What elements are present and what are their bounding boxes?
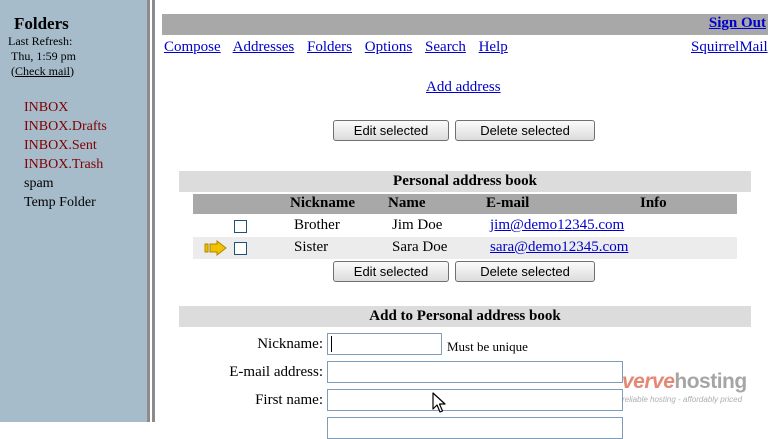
nav-help[interactable]: Help	[479, 39, 508, 55]
edit-selected-button-top[interactable]: Edit selected	[333, 120, 449, 141]
nickname-label: Nickname:	[257, 336, 323, 352]
row-checkbox[interactable]	[234, 220, 247, 233]
watermark-verve: verve	[622, 370, 675, 393]
folder-list: INBOX INBOX.Drafts INBOX.Sent INBOX.Tras…	[24, 98, 107, 212]
nav-options[interactable]: Options	[365, 39, 413, 55]
row-name: Jim Doe	[392, 217, 443, 233]
address-table-header: Nickname Name E-mail Info	[193, 194, 737, 214]
row-checkbox[interactable]	[234, 242, 247, 255]
first-name-input[interactable]	[327, 389, 623, 411]
sign-out-link[interactable]: Sign Out	[709, 15, 766, 32]
nav-compose[interactable]: Compose	[164, 39, 221, 55]
table-row: Sister Sara Doe sara@demo12345.com	[193, 237, 737, 259]
table-row: Brother Jim Doe jim@demo12345.com	[193, 215, 737, 237]
add-address-link[interactable]: Add address	[426, 79, 501, 96]
next-field-input[interactable]	[327, 417, 623, 439]
row-name: Sara Doe	[392, 239, 448, 255]
row-email-link[interactable]: sara@demo12345.com	[490, 239, 628, 256]
watermark-hosting: hosting	[674, 370, 747, 393]
edit-selected-button-bottom[interactable]: Edit selected	[333, 261, 449, 282]
nickname-input[interactable]	[327, 333, 442, 355]
watermark-tagline: reliable hosting - affordably priced	[622, 395, 743, 404]
vervehosting-watermark: vervehosting reliable hosting - affordab…	[622, 370, 768, 410]
folder-inbox-sent[interactable]: INBOX.Sent	[24, 136, 107, 155]
first-name-label: First name:	[255, 392, 323, 408]
check-mail-link[interactable]: Check mail	[15, 64, 70, 78]
folder-inbox[interactable]: INBOX	[24, 98, 107, 117]
row-nickname: Sister	[294, 239, 329, 255]
top-bar: Sign Out	[162, 14, 768, 35]
check-mail-wrapper: (Check mail)	[11, 64, 74, 79]
col-name[interactable]: Name	[388, 195, 426, 212]
last-refresh-label: Last Refresh:	[8, 34, 73, 48]
col-nickname[interactable]: Nickname	[290, 195, 355, 212]
mouse-cursor-icon	[432, 392, 446, 413]
col-info[interactable]: Info	[640, 195, 667, 212]
nav-addresses[interactable]: Addresses	[233, 39, 295, 55]
nav-search[interactable]: Search	[425, 39, 466, 55]
paren-close: )	[69, 64, 74, 78]
pointer-arrow-icon	[204, 240, 227, 256]
main-nav: Compose Addresses Folders Options Search…	[164, 39, 517, 56]
email-address-input[interactable]	[327, 361, 623, 383]
row-email-link[interactable]: jim@demo12345.com	[490, 217, 624, 234]
folder-inbox-trash[interactable]: INBOX.Trash	[24, 155, 107, 174]
frame-divider[interactable]	[147, 0, 155, 422]
add-address-book-header: Add to Personal address book	[179, 306, 751, 327]
last-refresh-time: Thu, 1:59 pm	[11, 49, 76, 63]
nav-folders[interactable]: Folders	[307, 39, 352, 55]
folder-spam[interactable]: spam	[24, 174, 107, 193]
folders-title: Folders	[14, 14, 69, 33]
folder-temp[interactable]: Temp Folder	[24, 193, 107, 212]
folder-pane: Folders Last Refresh: Thu, 1:59 pm (Chec…	[0, 0, 147, 422]
text-caret	[331, 336, 332, 352]
delete-selected-button-top[interactable]: Delete selected	[455, 120, 595, 141]
nickname-hint: Must be unique	[447, 339, 528, 354]
folder-inbox-drafts[interactable]: INBOX.Drafts	[24, 117, 107, 136]
watermark-logo: vervehosting	[622, 370, 768, 394]
personal-address-book-header: Personal address book	[179, 171, 751, 192]
col-email[interactable]: E-mail	[486, 195, 529, 212]
squirrelmail-link[interactable]: SquirrelMail	[691, 39, 768, 56]
row-nickname: Brother	[294, 217, 340, 233]
delete-selected-button-bottom[interactable]: Delete selected	[455, 261, 595, 282]
email-address-label: E-mail address:	[229, 364, 323, 380]
